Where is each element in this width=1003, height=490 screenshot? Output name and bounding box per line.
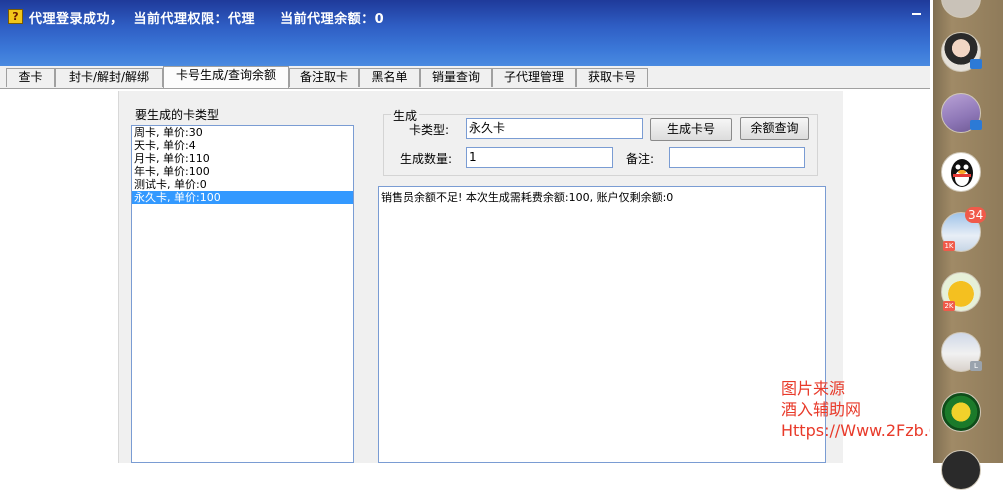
device-icon bbox=[970, 59, 982, 69]
generate-card-button[interactable]: 生成卡号 bbox=[650, 118, 732, 141]
mini-label: 1K bbox=[943, 241, 955, 251]
minimize-icon[interactable] bbox=[910, 4, 924, 18]
list-item[interactable]: 年卡, 单价:100 bbox=[132, 165, 353, 178]
card-type-label: 卡类型: bbox=[409, 123, 450, 137]
tab-generate-card[interactable]: 卡号生成/查询余额 bbox=[163, 66, 289, 88]
avatar[interactable] bbox=[941, 392, 981, 432]
avatar[interactable] bbox=[941, 450, 981, 490]
unread-badge: 34 bbox=[965, 207, 987, 223]
qq-avatar[interactable] bbox=[941, 152, 981, 192]
list-item[interactable]: 测试卡, 单价:0 bbox=[132, 178, 353, 191]
list-item[interactable]: 周卡, 单价:30 bbox=[132, 126, 353, 139]
quantity-field[interactable]: 1 bbox=[466, 147, 613, 168]
card-type-group-title: 要生成的卡类型 bbox=[133, 106, 222, 123]
mini-label: L bbox=[970, 361, 982, 371]
tab-sales-query[interactable]: 销量查询 bbox=[420, 68, 492, 87]
quantity-label: 生成数量: bbox=[400, 152, 453, 166]
tab-ban-unban[interactable]: 封卡/解封/解绑 bbox=[55, 68, 163, 87]
watermark: 图片来源 酒入辅助网 Https://Www.2Fzb.Com bbox=[781, 378, 930, 441]
title-bar: ? 代理登录成功， 当前代理权限：代理 当前代理余额：0 bbox=[0, 0, 930, 66]
balance-query-button[interactable]: 余额查询 bbox=[740, 117, 809, 140]
remark-label: 备注: bbox=[626, 152, 655, 166]
output-textbox[interactable]: 销售员余额不足! 本次生成需耗费余额:100, 账户仅剩余额:0 bbox=[378, 186, 826, 463]
tab-strip: 查卡 封卡/解封/解绑 卡号生成/查询余额 备注取卡 黑名单 销量查询 子代理管… bbox=[0, 66, 930, 88]
watermark-url: Https://Www.2Fzb.Com bbox=[781, 421, 930, 440]
tab-blacklist[interactable]: 黑名单 bbox=[359, 68, 420, 87]
tab-sub-agent[interactable]: 子代理管理 bbox=[492, 68, 576, 87]
tab-get-card[interactable]: 获取卡号 bbox=[576, 68, 648, 87]
remark-field[interactable] bbox=[669, 147, 805, 168]
window-title: 代理登录成功， 当前代理权限：代理 当前代理余额：0 bbox=[29, 12, 385, 27]
tab-remark-card[interactable]: 备注取卡 bbox=[289, 68, 359, 87]
mini-label: 2K bbox=[943, 301, 955, 311]
tab-check-card[interactable]: 查卡 bbox=[6, 68, 55, 87]
list-item[interactable]: 天卡, 单价:4 bbox=[132, 139, 353, 152]
device-icon bbox=[970, 120, 982, 130]
watermark-line1: 图片来源 bbox=[781, 379, 846, 398]
watermark-line2: 酒入辅助网 bbox=[781, 400, 862, 419]
card-type-list[interactable]: 周卡, 单价:30 天卡, 单价:4 月卡, 单价:110 年卡, 单价:100… bbox=[131, 125, 354, 463]
app-icon: ? bbox=[8, 9, 23, 24]
card-type-field[interactable]: 永久卡 bbox=[466, 118, 643, 139]
app-window: ? 代理登录成功， 当前代理权限：代理 当前代理余额：0 查卡 封卡/解封/解绑… bbox=[0, 0, 930, 463]
output-message: 销售员余额不足! 本次生成需耗费余额:100, 账户仅剩余额:0 bbox=[381, 191, 674, 204]
list-item-selected[interactable]: 永久卡, 单价:100 bbox=[132, 191, 353, 204]
list-item[interactable]: 月卡, 单价:110 bbox=[132, 152, 353, 165]
qq-penguin-icon bbox=[951, 159, 973, 187]
